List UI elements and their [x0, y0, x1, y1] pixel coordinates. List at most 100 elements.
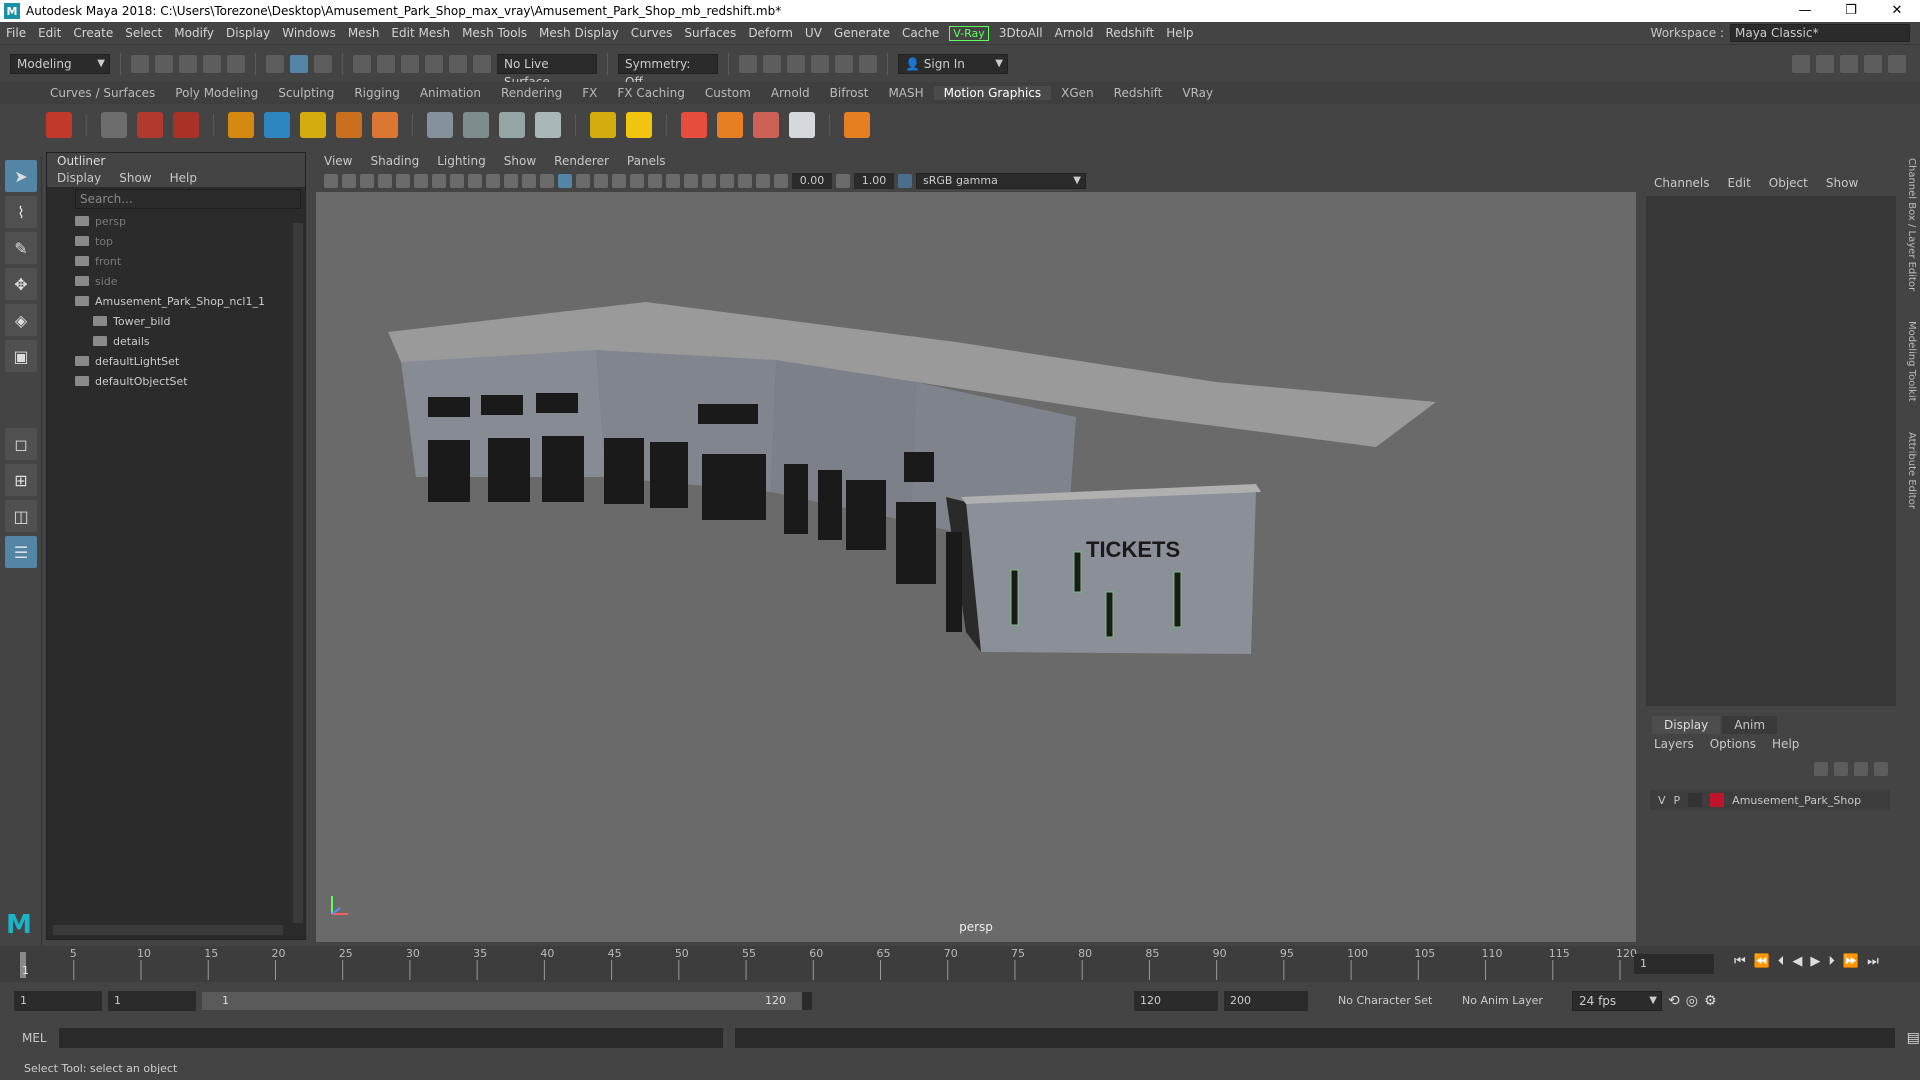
outliner-menu-display[interactable]: Display [57, 169, 101, 187]
snap-surface-icon[interactable] [449, 54, 467, 73]
viewport-menu-view[interactable]: View [324, 152, 352, 170]
paint-select-icon[interactable]: ✎ [5, 232, 37, 264]
camera-attributes-icon[interactable] [342, 174, 356, 188]
side-tab-channel-box[interactable]: Channel Box / Layer Editor [1906, 158, 1917, 291]
exposure-field[interactable]: 0.00 [792, 173, 832, 189]
animation-prefs-icon[interactable]: ⚙ [1704, 993, 1717, 1009]
new-layer-icon[interactable] [1854, 762, 1868, 776]
snap-view-icon[interactable] [425, 54, 443, 73]
snap-point-icon[interactable] [401, 54, 419, 73]
shelf-tab-animation[interactable]: Animation [410, 86, 491, 100]
loop-icon[interactable]: ⟲ [1668, 993, 1680, 1009]
menu-arnold[interactable]: Arnold [1049, 26, 1100, 40]
scale-tool-icon[interactable]: ▣ [5, 340, 37, 372]
select-object-icon[interactable] [290, 54, 308, 73]
gate-mask-icon[interactable] [486, 174, 500, 188]
ipr-render-icon[interactable] [787, 54, 805, 73]
shelf-tab-fx-caching[interactable]: FX Caching [607, 86, 694, 100]
svg-icon[interactable] [336, 112, 362, 138]
hypershade-icon[interactable] [835, 54, 853, 73]
undo-icon[interactable] [203, 54, 221, 73]
exposure-icon[interactable] [774, 174, 788, 188]
image-plane-icon[interactable] [378, 174, 392, 188]
layer-tab-display[interactable]: Display [1652, 716, 1721, 734]
time-slider[interactable]: 5 10 15 20 25 30 35 40 45 50 55 60 65 70 75 80 85 90 95 100… [0, 946, 1920, 982]
move-layer-down-icon[interactable] [1834, 762, 1848, 776]
play-forward-button[interactable]: ▶ [1810, 954, 1820, 969]
menu-windows[interactable]: Windows [276, 26, 342, 40]
layer-name[interactable]: Amusement_Park_Shop [1732, 794, 1861, 807]
new-layer-selected-icon[interactable] [1874, 762, 1888, 776]
outliner-item[interactable]: Tower_bild [47, 311, 305, 331]
move-tool-icon[interactable]: ✥ [5, 268, 37, 300]
menu-display[interactable]: Display [220, 26, 276, 40]
shelf-tab-xgen[interactable]: XGen [1051, 86, 1104, 100]
color-space-dropdown[interactable]: sRGB gamma ▼ [916, 173, 1086, 189]
shelf-tab-rigging[interactable]: Rigging [344, 86, 409, 100]
wireframe-on-shaded-icon[interactable] [594, 174, 608, 188]
gamma-field[interactable]: 1.00 [854, 173, 894, 189]
layer-row[interactable]: V P Amusement_Park_Shop [1650, 790, 1890, 810]
camera-select-icon[interactable] [324, 174, 338, 188]
sun-light-icon[interactable] [626, 112, 652, 138]
channels-menu[interactable]: Channels [1654, 172, 1710, 194]
character-set-dropdown[interactable]: No Character Set [1332, 991, 1450, 1011]
paint-icon[interactable] [173, 112, 199, 138]
viewport-menu-panels[interactable]: Panels [627, 152, 666, 170]
select-hierarchy-icon[interactable] [266, 54, 284, 73]
layers-help-menu[interactable]: Help [1772, 734, 1799, 754]
anti-aliasing-icon[interactable] [702, 174, 716, 188]
gamma-icon[interactable] [836, 174, 850, 188]
auto-key-icon[interactable]: ◎ [1686, 993, 1698, 1009]
menu-edit[interactable]: Edit [32, 26, 67, 40]
play-backward-button[interactable]: ◀ [1792, 954, 1802, 969]
film-gate-icon[interactable] [450, 174, 464, 188]
bookmark-icon[interactable] [360, 174, 374, 188]
curve-icon[interactable] [264, 112, 290, 138]
menu-deform[interactable]: Deform [742, 26, 799, 40]
2d-pan-icon[interactable] [396, 174, 410, 188]
select-tool-icon[interactable]: ➤ [5, 160, 37, 192]
menu-mesh-tools[interactable]: Mesh Tools [456, 26, 533, 40]
character-controls-icon[interactable] [1816, 54, 1834, 73]
motion-blur-icon[interactable] [684, 174, 698, 188]
spark-icon[interactable] [681, 112, 707, 138]
shelf-tab-motion-graphics[interactable]: Motion Graphics [933, 86, 1052, 100]
type-text-icon[interactable] [137, 112, 163, 138]
default-material-icon[interactable] [576, 174, 590, 188]
outliner-item[interactable]: top [47, 231, 305, 251]
sign-in-button[interactable]: 👤 Sign In ▼ [898, 53, 1008, 74]
shadows-icon[interactable] [648, 174, 662, 188]
resolution-gate-icon[interactable] [468, 174, 482, 188]
channel-box-icon[interactable] [1888, 54, 1906, 73]
menu-edit-mesh[interactable]: Edit Mesh [385, 26, 456, 40]
workspace-dropdown[interactable]: Maya Classic* [1730, 24, 1910, 42]
menu-file[interactable]: File [0, 26, 32, 40]
snap-grid-icon[interactable] [353, 54, 371, 73]
grease-pencil-icon[interactable] [414, 174, 428, 188]
shelf-tab-mash[interactable]: MASH [878, 86, 933, 100]
layer-playback-toggle[interactable]: P [1674, 794, 1681, 807]
current-frame-field[interactable]: 1 [1634, 954, 1714, 974]
smooth-shade-icon[interactable] [558, 174, 572, 188]
menu-curves[interactable]: Curves [625, 26, 679, 40]
shelf-tab-bifrost[interactable]: Bifrost [820, 86, 879, 100]
command-input[interactable] [58, 1028, 723, 1048]
outliner-item[interactable]: front [47, 251, 305, 271]
viewport-menu-show[interactable]: Show [504, 152, 536, 170]
anim-layer-dropdown[interactable]: No Anim Layer [1456, 991, 1566, 1011]
grid-icon[interactable] [432, 174, 446, 188]
step-back-frame-button[interactable]: ⏴ [1778, 954, 1785, 969]
viewport-menu-renderer[interactable]: Renderer [554, 152, 609, 170]
render-frame-icon[interactable] [763, 54, 781, 73]
side-tab-modeling-toolkit[interactable]: Modeling Toolkit [1906, 321, 1917, 402]
safe-action-icon[interactable] [522, 174, 536, 188]
lights-icon[interactable] [630, 174, 644, 188]
pause-render-icon[interactable] [859, 54, 877, 73]
fps-dropdown[interactable]: 24 fps ▼ [1572, 991, 1662, 1011]
spin-icon[interactable] [535, 112, 561, 138]
viewport-panel[interactable]: View Shading Lighting Show Renderer Pane… [316, 152, 1636, 942]
outliner-menu-show[interactable]: Show [119, 169, 151, 187]
shelf-tab-rendering[interactable]: Rendering [491, 86, 572, 100]
outliner-item[interactable]: defaultLightSet [47, 351, 305, 371]
